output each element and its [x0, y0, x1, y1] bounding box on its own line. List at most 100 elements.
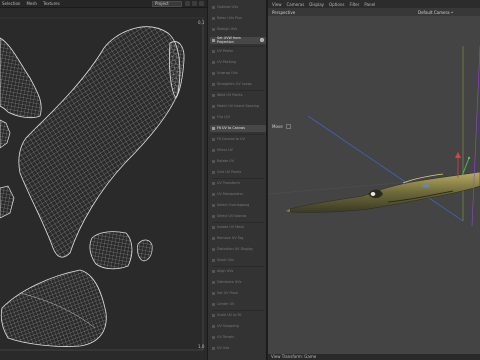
tool-item[interactable]: UV Terrain — [210, 334, 266, 341]
tool-item[interactable]: Align UVs — [210, 268, 266, 275]
uv-island-head — [0, 37, 42, 119]
tool-label: UV Terrain — [217, 335, 235, 340]
tool-label: UV Info — [217, 346, 230, 351]
viewport-menu-cameras[interactable]: Cameras — [287, 2, 305, 7]
tool-icon — [212, 104, 215, 108]
uv-tools-panel: Optimal UVs Relax UVs Plus Realign UVs Set … — [207, 0, 475, 360]
tool-label: UV Peeler — [217, 49, 234, 54]
fish-eye — [370, 192, 376, 196]
tool-label: Realign UVs — [217, 27, 238, 32]
projection-select[interactable]: Project — [152, 1, 182, 7]
tool-item[interactable]: Set UV Pivot — [210, 290, 266, 297]
tool-icon — [212, 225, 215, 229]
move-mode-indicator[interactable]: Move — [272, 124, 291, 129]
tool-item[interactable]: UV Peeler — [210, 48, 266, 55]
tool-item[interactable]: Straighten UV Loops — [210, 81, 266, 88]
tool-item[interactable]: Remove UV Tag — [210, 235, 266, 242]
tool-item[interactable]: Fit Canvas to UV — [210, 136, 266, 143]
tool-item[interactable]: Realign UVs — [210, 26, 266, 33]
uv-island-fin-a — [89, 231, 133, 270]
info-icon[interactable]: i — [260, 38, 264, 43]
move-gizmo[interactable] — [455, 45, 480, 227]
tool-label: Weld UV Points — [217, 93, 243, 98]
tool-item[interactable]: Select UV Islands — [210, 213, 266, 220]
uv-menu-textures[interactable]: Textures — [43, 1, 60, 6]
tool-separator — [212, 266, 264, 267]
tool-icon — [212, 236, 215, 240]
viewport-panel[interactable]: View Cameras Display Options Filter Pane… — [268, 0, 480, 360]
move-mode-toggle-icon[interactable] — [285, 124, 291, 129]
uv-toolbar-icon[interactable] — [185, 1, 190, 6]
viewport-menu-view[interactable]: View — [272, 2, 282, 7]
uv-corner-label-top: 0,1 — [198, 20, 205, 25]
viewport-menu-options[interactable]: Options — [329, 2, 344, 7]
tool-icon — [212, 159, 215, 163]
tool-icon — [212, 346, 215, 350]
tool-item[interactable]: Mirror UV — [210, 147, 266, 154]
tool-icon — [212, 247, 215, 251]
tool-icon — [212, 148, 215, 152]
uv-island-left-b — [0, 185, 15, 219]
tool-icon — [212, 49, 215, 53]
tool-item[interactable]: Distortion UV Display — [210, 246, 266, 253]
tool-item[interactable]: UV Manipulator — [210, 191, 266, 198]
tool-item[interactable]: Relax UVs Plus — [210, 15, 266, 22]
tool-icon — [212, 16, 215, 20]
tool-item[interactable]: UV Info — [210, 345, 266, 352]
tool-icon — [212, 82, 215, 86]
tool-icon — [212, 302, 215, 306]
uv-menubar: Selection Mesh Textures Project — [0, 0, 207, 8]
tool-item[interactable]: Fit UV to Canvas — [210, 125, 266, 132]
viewport-menu-display[interactable]: Display — [309, 2, 324, 7]
tool-item[interactable]: Select Overlapping — [210, 202, 266, 209]
tool-item[interactable]: Rotate UV — [210, 158, 266, 165]
tool-label: UV Packing — [217, 60, 236, 65]
uv-toolbar-icon[interactable] — [199, 1, 204, 6]
tool-item[interactable]: Match UV Island Spacing — [210, 103, 266, 110]
tool-label: Select Overlapping — [217, 203, 250, 208]
tool-separator — [212, 134, 264, 135]
tool-item[interactable]: Isolate UV Mesh — [210, 224, 266, 231]
tool-item[interactable]: Center UV — [210, 301, 266, 308]
tool-separator — [212, 90, 264, 91]
tool-item[interactable]: Optimal UVs — [210, 4, 266, 11]
tool-item[interactable]: Scale UV to Fit — [210, 312, 266, 319]
tool-item[interactable]: Grid UV Points — [210, 169, 266, 176]
tool-label: Mirror UV — [217, 148, 233, 153]
move-mode-label: Move — [272, 124, 283, 129]
fish-model[interactable] — [286, 171, 480, 213]
tool-icon — [212, 324, 215, 328]
tool-icon — [212, 170, 215, 174]
viewport-menu-panel[interactable]: Panel — [364, 2, 375, 7]
tool-icon — [212, 269, 215, 273]
tool-item[interactable]: UV Snapping — [210, 323, 266, 330]
uv-toolbar-icon[interactable] — [192, 1, 197, 6]
tool-item[interactable]: Distribute UVs — [210, 279, 266, 286]
tool-item[interactable]: Flip U/V — [210, 114, 266, 121]
uv-canvas[interactable] — [0, 8, 207, 360]
tool-icon — [212, 5, 215, 9]
uv-menu-selection[interactable]: Selection — [2, 1, 20, 6]
tool-label: Match UV Island Spacing — [217, 104, 259, 109]
tool-item[interactable]: UV Transform — [210, 180, 266, 187]
tool-item[interactable]: Weld UV Points — [210, 92, 266, 99]
uv-menu-mesh[interactable]: Mesh — [26, 1, 37, 6]
tool-separator — [212, 46, 264, 47]
viewport-3d-view[interactable] — [268, 16, 480, 354]
uv-editor-panel[interactable]: Selection Mesh Textures Project 0,1 1,0 — [0, 0, 207, 360]
tool-item[interactable]: UV Packing — [210, 59, 266, 66]
tool-icon — [212, 38, 215, 42]
tool-item[interactable]: Set UVW from Projection i — [210, 36, 266, 44]
viewport-menu-filter[interactable]: Filter — [349, 2, 359, 7]
tool-label: Straighten UV Loops — [217, 82, 252, 87]
tool-label: UV Snapping — [217, 324, 239, 329]
tool-icon — [212, 137, 215, 141]
tool-item[interactable]: Stack UVs — [210, 257, 266, 264]
uv-corner-label-bottom: 1,0 — [198, 344, 205, 349]
viewport-camera-label[interactable]: Default Camera • — [418, 10, 453, 15]
tool-icon — [212, 115, 215, 119]
gizmo-green-handle-icon — [467, 156, 471, 160]
tool-item[interactable]: Unwrap UVs — [210, 70, 266, 77]
tool-icon — [212, 126, 215, 130]
tool-icon — [212, 27, 215, 31]
